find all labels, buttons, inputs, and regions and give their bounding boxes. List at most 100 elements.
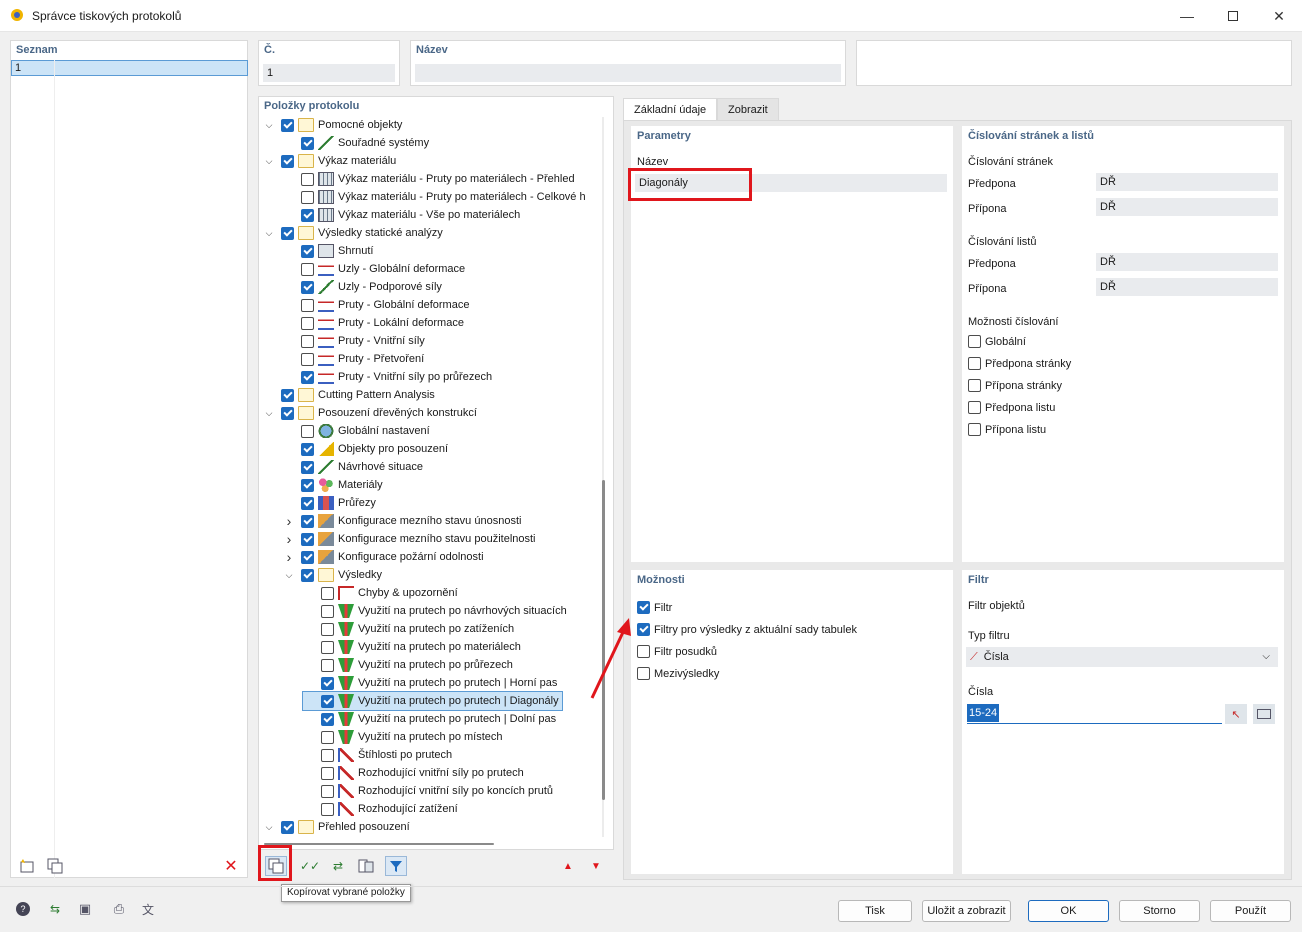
tab-display[interactable]: Zobrazit (717, 98, 779, 120)
tree-item-checkbox[interactable] (281, 820, 294, 834)
pick-objects-button[interactable]: ↖ (1225, 704, 1247, 724)
tree-item-checkbox[interactable] (321, 676, 334, 690)
tree-item[interactable]: Globální nastavení (283, 422, 430, 440)
tree-item-checkbox[interactable] (301, 136, 314, 150)
tree-item[interactable]: › Konfigurace mezního stavu únosnosti (283, 512, 522, 530)
numbering-option-checkbox[interactable] (968, 335, 981, 348)
tree-item-checkbox[interactable] (301, 244, 314, 258)
tree-item-checkbox[interactable] (321, 640, 334, 654)
tree-item-checkbox[interactable] (321, 694, 334, 708)
tree-item-checkbox[interactable] (301, 424, 314, 438)
units-button[interactable]: ⇆ (44, 899, 66, 919)
option-checkbox[interactable] (637, 645, 650, 658)
delete-list-button[interactable]: ✕ (220, 856, 242, 876)
tree-item-checkbox[interactable] (301, 550, 314, 564)
numbering-option-page-prefix[interactable]: Předpona stránky (968, 357, 1071, 370)
tree-item[interactable]: Souřadné systémy (283, 134, 429, 152)
number-field[interactable]: 1 (263, 64, 395, 82)
pages-prefix-input[interactable]: DŘ (1096, 173, 1278, 191)
tree-item[interactable]: Využití na prutech po prutech | Horní pa… (303, 674, 557, 692)
tree-item-checkbox[interactable] (301, 208, 314, 222)
tree-item[interactable]: Využití na prutech po místech (303, 728, 503, 746)
tree-item[interactable]: ⌵ Přehled posouzení (263, 818, 410, 836)
tree-item-checkbox[interactable] (301, 370, 314, 384)
tree-item[interactable]: Průřezy (283, 494, 376, 512)
minimize-button[interactable]: — (1164, 0, 1210, 32)
tree-item-checkbox[interactable] (301, 190, 314, 204)
tree-item[interactable]: Pruty - Vnitřní síly po průřezech (283, 368, 492, 386)
chevron-down-icon[interactable]: ⌵ (263, 818, 275, 836)
name-field[interactable] (415, 64, 841, 82)
numbering-option-sheet-prefix[interactable]: Předpona listu (968, 401, 1055, 414)
option-item[interactable]: Filtr posudků (637, 645, 717, 658)
tree-item[interactable]: Využití na prutech po zatíženích (303, 620, 514, 638)
move-up-button[interactable]: ▲ (557, 856, 579, 876)
filter-numbers-input[interactable]: 15-24 (967, 704, 1222, 724)
tree-item[interactable]: Výkaz materiálu - Vše po materiálech (283, 206, 520, 224)
select-list-button[interactable] (1253, 704, 1275, 724)
tree-item-checkbox[interactable] (281, 226, 294, 240)
tree-item[interactable]: ⌵ Posouzení dřevěných konstrukcí (263, 404, 477, 422)
option-item[interactable]: Filtr (637, 601, 672, 614)
tree-item-checkbox[interactable] (301, 334, 314, 348)
copy-to-button[interactable] (355, 856, 377, 876)
filter-type-select[interactable]: ⟋ Čísla ⌵ (966, 647, 1278, 667)
chevron-down-icon[interactable]: ⌵ (263, 224, 275, 242)
print-settings-button[interactable]: ⎙ (108, 899, 130, 919)
tree-item-checkbox[interactable] (281, 118, 294, 132)
toggle-check-button[interactable]: ⇄ (327, 856, 349, 876)
option-item[interactable]: Mezivýsledky (637, 667, 719, 680)
option-checkbox[interactable] (637, 667, 650, 680)
tree-item-checkbox[interactable] (281, 406, 294, 420)
tree-item-checkbox[interactable] (301, 262, 314, 276)
tree-item-checkbox[interactable] (301, 316, 314, 330)
tree-item[interactable]: Cutting Pattern Analysis (263, 386, 435, 404)
numbering-option-global[interactable]: Globální (968, 335, 1026, 348)
tree-item[interactable]: Využití na prutech po návrhových situací… (303, 602, 567, 620)
tree-item-checkbox[interactable] (321, 712, 334, 726)
tab-basic[interactable]: Základní údaje (623, 98, 718, 120)
tree-item[interactable]: Pruty - Lokální deformace (283, 314, 464, 332)
check-all-button[interactable]: ✓✓ (299, 856, 321, 876)
move-down-button[interactable]: ▼ (585, 856, 607, 876)
tree-item[interactable]: Využití na prutech po materiálech (303, 638, 521, 656)
chevron-right-icon[interactable]: › (283, 530, 295, 548)
tree-item[interactable]: Pruty - Vnitřní síly (283, 332, 425, 350)
tree-item[interactable]: Využití na prutech po prutech | Diagonál… (302, 691, 563, 711)
tree-item[interactable]: Výkaz materiálu - Pruty po materiálech -… (283, 170, 575, 188)
chevron-right-icon[interactable]: › (283, 512, 295, 530)
pages-suffix-input[interactable]: DŘ (1096, 198, 1278, 216)
tree-item-checkbox[interactable] (301, 442, 314, 456)
tree-item[interactable]: ⌵ Výsledky statické analýzy (263, 224, 443, 242)
tree-item-checkbox[interactable] (321, 586, 334, 600)
maximize-button[interactable] (1210, 0, 1256, 32)
language-button[interactable]: 文 (137, 899, 159, 919)
chevron-down-icon[interactable]: ⌵ (283, 566, 295, 584)
tree-item-checkbox[interactable] (281, 154, 294, 168)
tree-item-checkbox[interactable] (301, 532, 314, 546)
option-checkbox[interactable] (637, 601, 650, 614)
tree-item-checkbox[interactable] (321, 622, 334, 636)
tree-item-checkbox[interactable] (321, 766, 334, 780)
option-item[interactable]: Filtry pro výsledky z aktuální sady tabu… (637, 623, 857, 636)
tree-item[interactable]: › Konfigurace požární odolnosti (283, 548, 484, 566)
option-checkbox[interactable] (637, 623, 650, 636)
tree-item[interactable]: Objekty pro posouzení (283, 440, 448, 458)
tree-item[interactable]: ⌵ Pomocné objekty (263, 116, 402, 134)
tree-item[interactable]: Výkaz materiálu - Pruty po materiálech -… (283, 188, 586, 206)
sheets-suffix-input[interactable]: DŘ (1096, 278, 1278, 296)
export-button[interactable]: ▣ (74, 899, 96, 919)
print-button[interactable]: Tisk (838, 900, 912, 922)
tree-item-checkbox[interactable] (301, 496, 314, 510)
numbering-option-checkbox[interactable] (968, 401, 981, 414)
cancel-button[interactable]: Storno (1119, 900, 1200, 922)
sheets-prefix-input[interactable]: DŘ (1096, 253, 1278, 271)
tree-item[interactable]: Pruty - Přetvoření (283, 350, 424, 368)
filter-button[interactable] (385, 856, 407, 876)
tree-item-checkbox[interactable] (301, 298, 314, 312)
tree-item-checkbox[interactable] (321, 802, 334, 816)
new-list-button[interactable] (16, 856, 38, 876)
close-window-button[interactable]: ✕ (1256, 0, 1302, 32)
tree-item-checkbox[interactable] (301, 478, 314, 492)
apply-button[interactable]: Použít (1210, 900, 1291, 922)
